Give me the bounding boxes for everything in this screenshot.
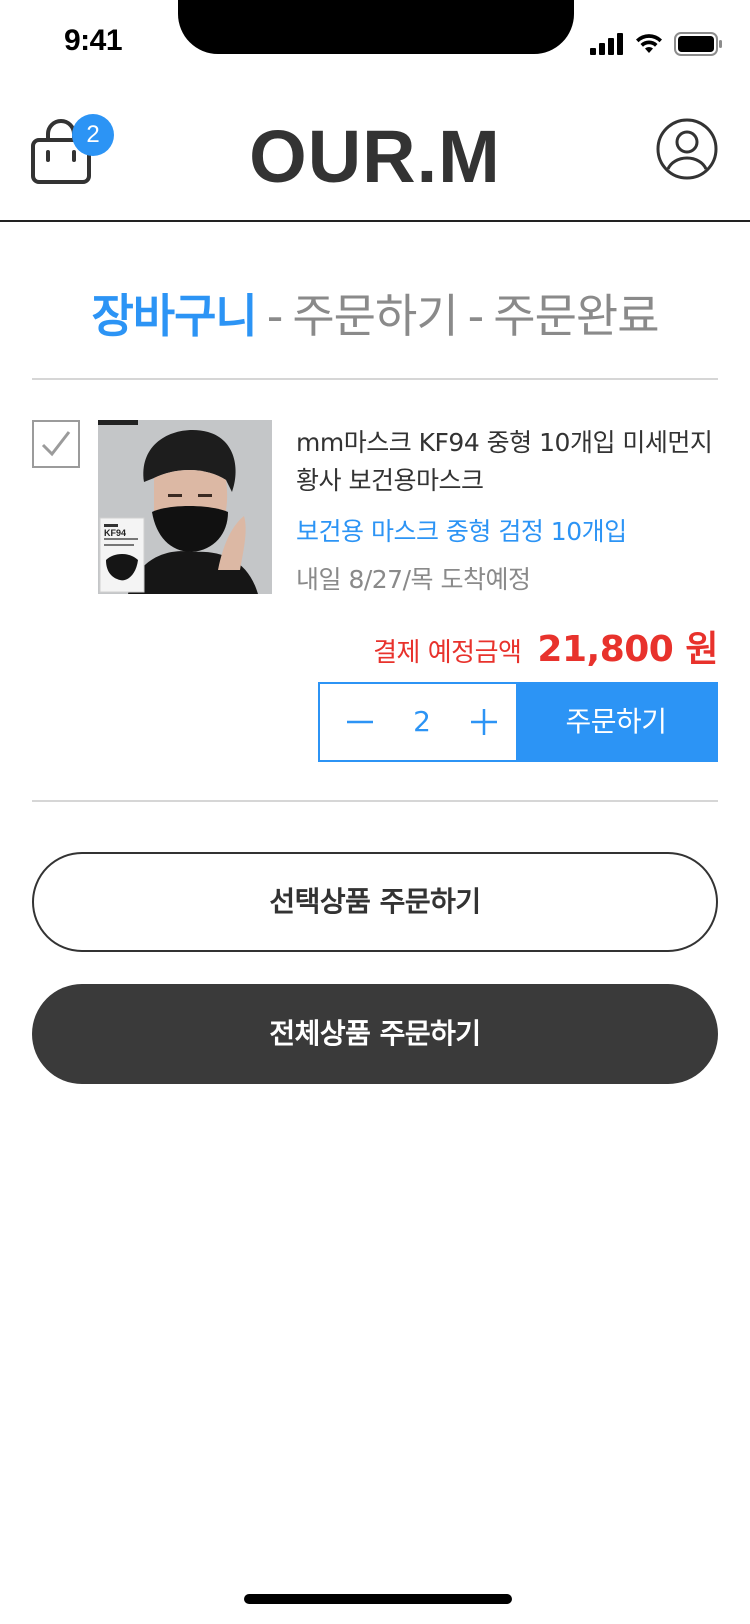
delivery-estimate: 내일 8/27/목 도착예정	[296, 565, 531, 594]
divider	[32, 800, 718, 802]
divider	[32, 378, 718, 380]
product-photo	[98, 420, 272, 594]
plus-icon	[471, 709, 497, 735]
step-order: 주문하기	[292, 289, 458, 343]
quantity-value[interactable]: 2	[392, 684, 452, 760]
step-separator: -	[467, 289, 485, 343]
quantity-stepper: 2 주문하기	[318, 682, 718, 762]
order-item-button[interactable]: 주문하기	[516, 684, 716, 760]
package-label: KF94	[104, 528, 127, 538]
status-time: 9:41	[64, 24, 123, 57]
account-icon[interactable]	[656, 118, 718, 180]
signal-icon	[590, 33, 623, 55]
product-image[interactable]: KF94	[98, 420, 272, 594]
quantity-increase-button[interactable]	[452, 684, 516, 760]
wifi-icon	[636, 34, 662, 53]
checkout-steps: 장바구니 - 주문하기 - 주문완료	[0, 280, 750, 346]
step-cart: 장바구니	[91, 289, 257, 343]
order-all-button[interactable]: 전체상품 주문하기	[32, 984, 718, 1084]
price-label: 결제 예정금액	[373, 638, 522, 668]
status-bar: 9:41	[0, 0, 750, 88]
product-name[interactable]: mm마스크 KF94 중형 10개입 미세먼지 황사 보건용마스크	[296, 424, 716, 500]
check-icon	[41, 431, 71, 457]
home-indicator	[244, 1594, 512, 1604]
step-separator: -	[266, 289, 284, 343]
quantity-decrease-button[interactable]	[328, 684, 392, 760]
price-row: 결제 예정금액 21,800 원	[373, 620, 718, 672]
notch	[178, 0, 574, 54]
step-complete: 주문완료	[493, 289, 659, 343]
price-value: 21,800 원	[537, 629, 718, 670]
order-selected-button[interactable]: 선택상품 주문하기	[32, 852, 718, 952]
app-header: 2 OUR.M	[0, 88, 750, 222]
item-checkbox[interactable]	[32, 420, 80, 468]
battery-icon	[674, 32, 722, 56]
product-option: 보건용 마스크 중형 검정 10개입	[296, 517, 627, 546]
brand-logo[interactable]: OUR.M	[0, 114, 750, 199]
status-icons	[590, 32, 722, 56]
minus-icon	[347, 720, 373, 724]
